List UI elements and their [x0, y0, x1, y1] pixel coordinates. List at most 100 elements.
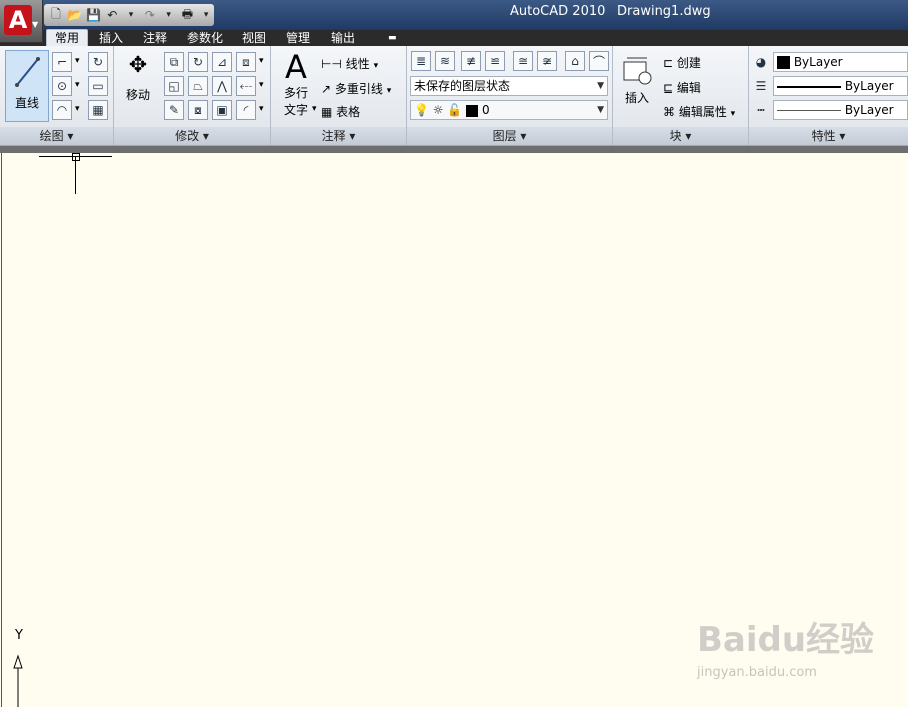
save-icon[interactable]: 💾	[86, 7, 102, 23]
create-block-icon: ⊏	[663, 56, 674, 70]
insert-block-icon	[623, 57, 652, 85]
line-icon	[15, 57, 40, 87]
tab-annotate[interactable]: 注释	[135, 31, 175, 46]
sun-icon: ☼	[432, 103, 444, 117]
linear-dimension-icon: ⊢⊣	[321, 57, 342, 71]
trim-icon[interactable]: ⊿	[212, 52, 232, 72]
redo-dropdown-icon[interactable]: ▾	[161, 7, 177, 23]
dropdown-arrow-icon[interactable]: ▾	[259, 104, 264, 114]
panel-properties: ◕ ByLayer ☰ ByLayer ┅ ByLayer 特性 ▾	[749, 46, 908, 145]
layers-panel-title[interactable]: 图层 ▾	[407, 127, 612, 145]
stretch-icon[interactable]: ◱	[164, 76, 184, 96]
circle-icon[interactable]: ⊙	[52, 76, 72, 96]
create-label: 创建	[676, 56, 701, 70]
ucs-icon	[13, 654, 23, 707]
modify-panel-title[interactable]: 修改 ▾	[114, 127, 270, 145]
move-button[interactable]: ✥ 移动	[120, 52, 156, 103]
mirror-icon[interactable]: ⋀	[212, 76, 232, 96]
dropdown-arrow-icon[interactable]: ▾	[259, 80, 264, 90]
edit-block-button[interactable]: ⊑ 编辑	[663, 79, 701, 96]
rectangle-icon[interactable]: ▭	[88, 76, 108, 96]
draw-panel-title[interactable]: 绘图 ▾	[0, 127, 113, 145]
block-panel-title[interactable]: 块 ▾	[613, 127, 748, 145]
drawing-area-border	[0, 146, 908, 153]
undo-icon[interactable]: ↶	[104, 7, 120, 23]
layer-dropdown[interactable]: 💡 ☼ 🔓 0 ▼	[410, 100, 608, 120]
dropdown-arrow-icon[interactable]: ▾	[75, 56, 80, 66]
linetype-sample	[777, 85, 841, 88]
lineweight-dropdown[interactable]: ByLayer	[773, 100, 908, 120]
tab-view[interactable]: 视图	[234, 31, 274, 46]
new-icon[interactable]: 🗋	[48, 7, 64, 23]
annotation-panel-title[interactable]: 注释 ▾	[271, 127, 406, 145]
move-label: 移动	[125, 88, 150, 102]
lineweight-sample	[777, 110, 841, 111]
insert-block-button[interactable]: 插入	[619, 54, 655, 106]
explode-icon[interactable]: ⤎	[236, 76, 256, 96]
dropdown-arrow-icon[interactable]: ▾	[75, 80, 80, 90]
unlock-icon: 🔓	[447, 103, 463, 117]
layer-state-dropdown[interactable]: 未保存的图层状态 ▼	[410, 76, 608, 96]
layer-unlock-icon[interactable]: ⌒	[589, 51, 609, 71]
tab-manage[interactable]: 管理	[278, 31, 318, 46]
undo-dropdown-icon[interactable]: ▾	[123, 7, 139, 23]
layer-properties-icon[interactable]: ≣	[411, 51, 431, 71]
erase-icon[interactable]: ⧈	[236, 52, 256, 72]
scale-icon[interactable]: ✎	[164, 100, 184, 120]
pickbox-icon	[72, 153, 80, 161]
panel-annotation: A 多行 文字 ▾ ⊢⊣ 线性 ▾ ↗ 多重引线 ▾ ▦ 表格 注释 ▾	[271, 46, 407, 145]
text-icon: A	[285, 48, 307, 86]
copy-icon[interactable]: ⧉	[164, 52, 184, 72]
linear-dimension-button[interactable]: ⊢⊣ 线性 ▾	[321, 55, 378, 72]
match-properties-icon[interactable]: ◕	[751, 52, 771, 72]
dropdown-arrow-icon[interactable]: ▾	[75, 104, 80, 114]
layer-name: 0	[481, 103, 490, 117]
tab-home[interactable]: 常用	[46, 29, 89, 47]
application-menu-button[interactable]: A ▼	[0, 0, 43, 43]
fillet-icon[interactable]: ⏢	[188, 76, 208, 96]
multileader-button[interactable]: ↗ 多重引线 ▾	[321, 80, 391, 97]
panel-layers: ≣ ≋ ≢ ≌ ≅ ≆ ⌂ ⌒ 未保存的图层状态 ▼ 💡 ☼ 🔓 0 ▼ 图层 …	[407, 46, 613, 145]
create-block-button[interactable]: ⊏ 创建	[663, 54, 701, 71]
plot-icon[interactable]: 🖶	[179, 7, 195, 23]
properties-panel-title[interactable]: 特性 ▾	[749, 127, 908, 145]
minimize-ribbon-icon[interactable]: ▬	[380, 31, 405, 46]
color-dropdown[interactable]: ByLayer	[773, 52, 908, 72]
chamfer-icon[interactable]: ◜	[236, 100, 256, 120]
array-icon[interactable]: ▣	[212, 100, 232, 120]
ribbon: 直线 ⌐ ⊙ ◠ ▾ ▾ ▾ ↻ ▭ ▦ 绘图 ▾ ✥ 移动 ⧉ ↻ ⊿ ⧈ ▾…	[0, 46, 908, 146]
multileader-icon: ↗	[321, 82, 332, 96]
hatch-icon[interactable]: ▦	[88, 100, 108, 120]
tab-output[interactable]: 输出	[323, 31, 363, 46]
layer-match-icon[interactable]: ≋	[435, 51, 455, 71]
spline-icon[interactable]: ↻	[88, 52, 108, 72]
mtext-button[interactable]: A 多行 文字	[279, 50, 313, 118]
layer-off-icon[interactable]: ≆	[537, 51, 557, 71]
linetype-dropdown[interactable]: ByLayer	[773, 76, 908, 96]
edit-attributes-button[interactable]: ⌘ 编辑属性 ▾	[663, 103, 735, 120]
layer-previous-icon[interactable]: ≢	[461, 51, 481, 71]
open-icon[interactable]: 📂	[67, 7, 83, 23]
offset-icon[interactable]: ⧇	[188, 100, 208, 120]
insert-label: 插入	[624, 91, 649, 105]
tab-insert[interactable]: 插入	[91, 31, 131, 46]
tab-parametric[interactable]: 参数化	[179, 31, 231, 46]
line-button[interactable]: 直线	[5, 50, 49, 122]
polyline-icon[interactable]: ⌐	[52, 52, 72, 72]
quick-access-toolbar: 🗋 📂 💾 ↶ ▾ ↷ ▾ 🖶 ▾	[44, 4, 214, 26]
layer-freeze-icon[interactable]: ≅	[513, 51, 533, 71]
dropdown-arrow-icon[interactable]: ▾	[312, 104, 317, 114]
rotate-icon[interactable]: ↻	[188, 52, 208, 72]
customize-icon[interactable]: ▾	[198, 7, 214, 23]
table-button[interactable]: ▦ 表格	[321, 103, 360, 120]
layer-isolate-icon[interactable]: ≌	[485, 51, 505, 71]
arc-icon[interactable]: ◠	[52, 100, 72, 120]
panel-modify: ✥ 移动 ⧉ ↻ ⊿ ⧈ ▾ ◱ ⏢ ⋀ ⤎ ▾ ✎ ⧇ ▣ ◜ ▾ 修改 ▾	[114, 46, 271, 145]
dropdown-arrow-icon: ▾	[730, 109, 736, 119]
dropdown-arrow-icon[interactable]: ▾	[259, 56, 264, 66]
linear-dimension-label: 线性	[345, 57, 370, 71]
panel-block: 插入 ⊏ 创建 ⊑ 编辑 ⌘ 编辑属性 ▾ 块 ▾	[613, 46, 749, 145]
baidu-watermark-url: jingyan.baidu.com	[697, 665, 817, 680]
redo-icon[interactable]: ↷	[142, 7, 158, 23]
layer-lock-icon[interactable]: ⌂	[565, 51, 585, 71]
